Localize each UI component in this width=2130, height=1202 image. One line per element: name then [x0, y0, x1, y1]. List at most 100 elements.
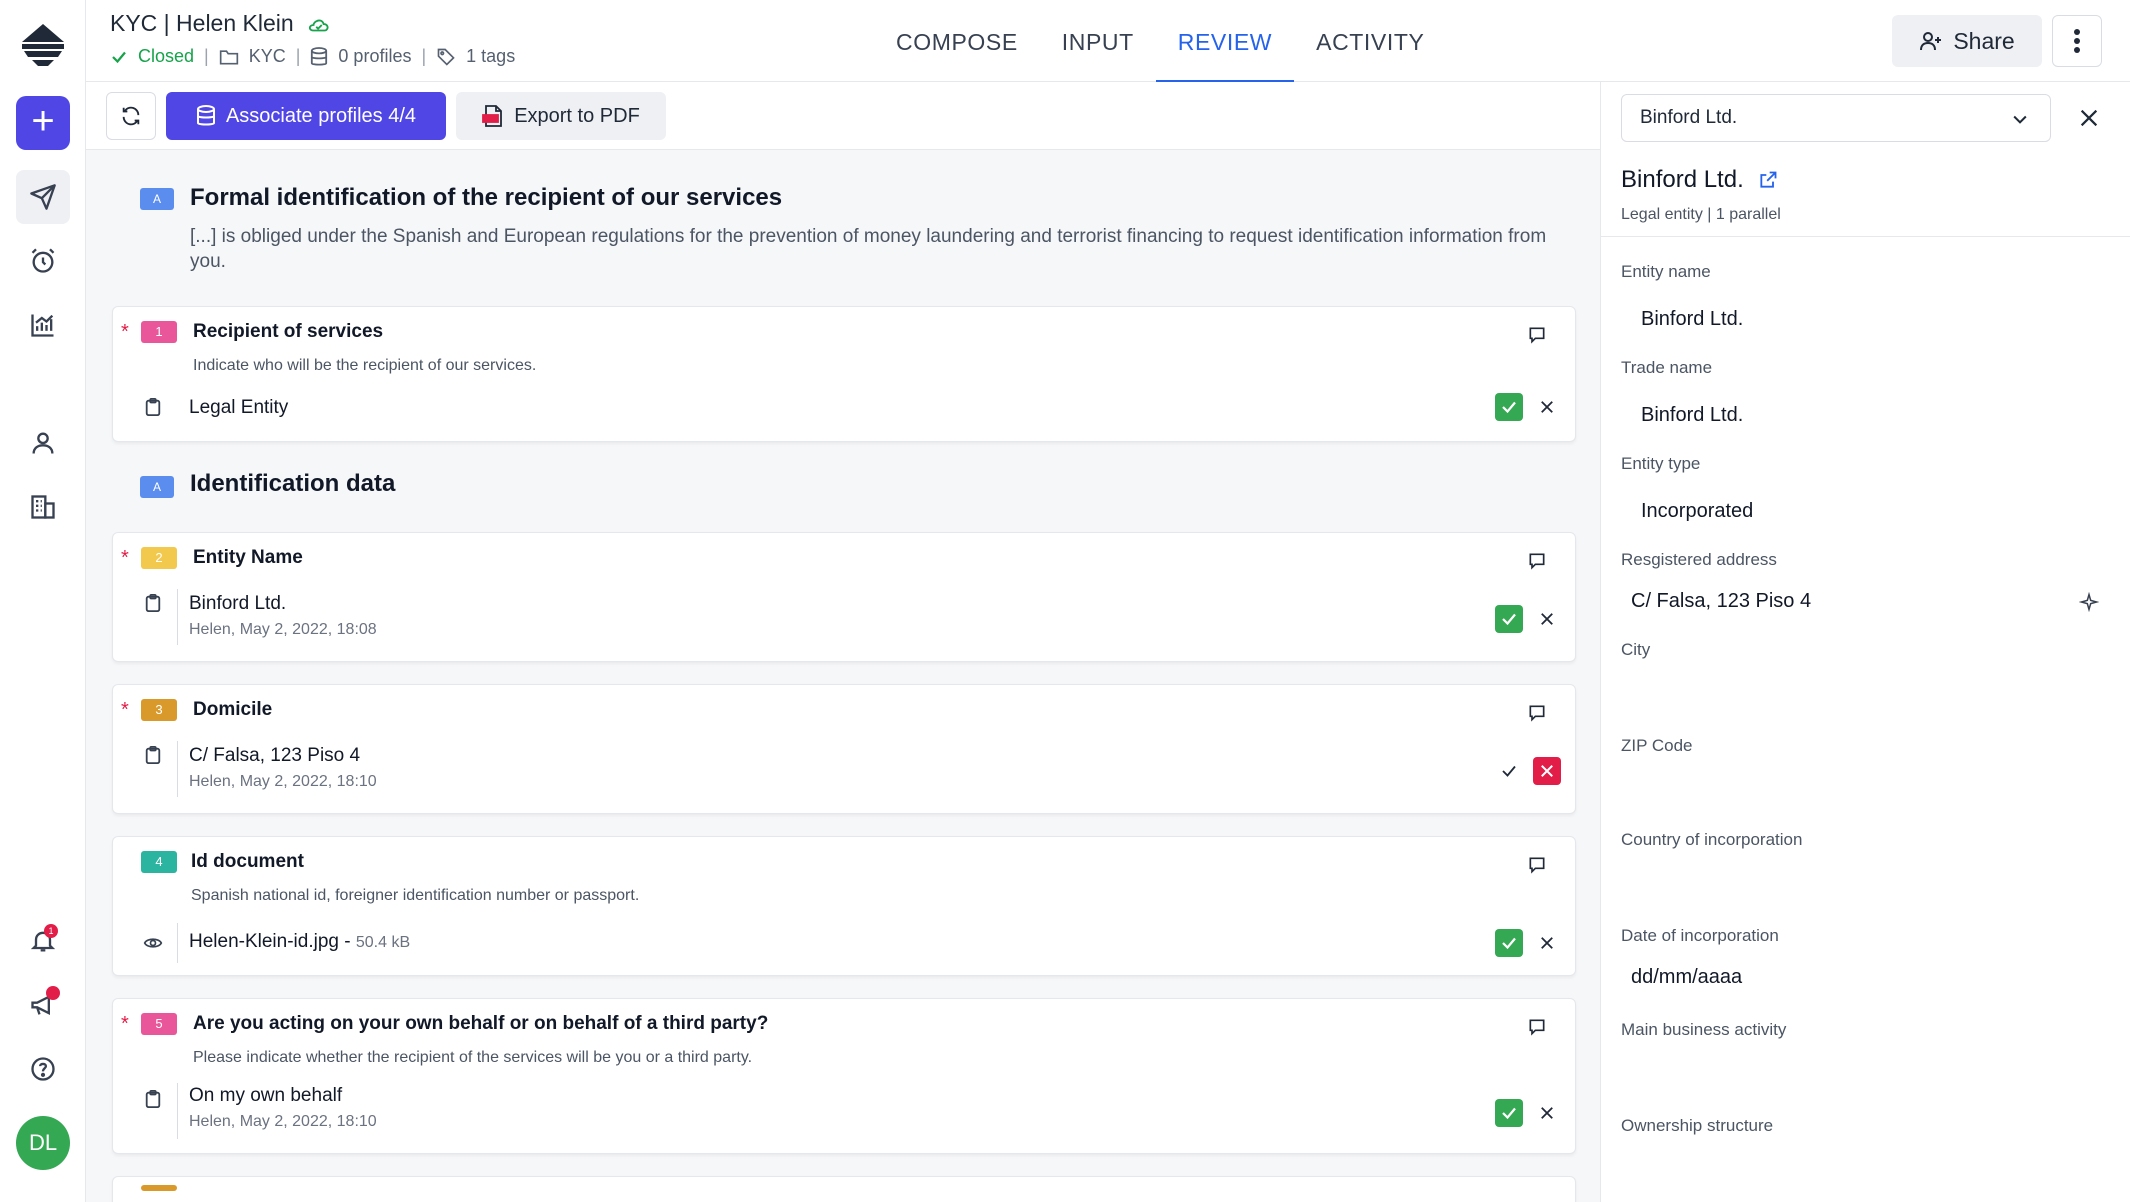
approve-button[interactable]	[1495, 757, 1523, 785]
field-label: Main business activity	[1621, 1020, 1787, 1039]
help-circle-icon[interactable]	[20, 1046, 66, 1092]
question-card[interactable]: * 3 Domicile C/ Falsa, 123 Piso 4 Helen,…	[112, 684, 1576, 814]
clipboard-icon[interactable]	[141, 591, 165, 615]
field-label: City	[1621, 640, 1651, 659]
check-icon	[1502, 937, 1516, 950]
eye-icon[interactable]	[141, 931, 165, 955]
field-label: Country of incorporation	[1621, 830, 1803, 849]
approve-button[interactable]	[1495, 1099, 1523, 1127]
app-logo-icon[interactable]	[20, 22, 66, 70]
file-name[interactable]: Helen-Klein-id.jpg	[189, 931, 339, 952]
registered-address-value[interactable]: C/ Falsa, 123 Piso 4	[1631, 590, 1811, 613]
announcement-dot	[46, 986, 60, 1000]
send-nav-icon[interactable]	[16, 170, 70, 224]
question-title: Id document	[191, 851, 304, 872]
question-title: Entity Name	[193, 547, 303, 568]
field-label: Ownership structure	[1621, 1116, 1774, 1135]
reject-button[interactable]	[1533, 1099, 1561, 1127]
entity-type-value[interactable]: Incorporated	[1641, 500, 1753, 523]
required-marker: *	[121, 1013, 129, 1035]
share-label: Share	[1953, 27, 2015, 54]
check-icon	[1502, 401, 1516, 414]
field-label: Entity name	[1621, 262, 1711, 281]
question-card[interactable]: 4 Id document Spanish national id, forei…	[112, 836, 1576, 976]
person-icon[interactable]	[20, 420, 66, 466]
reject-button[interactable]	[1533, 757, 1561, 785]
comment-icon[interactable]	[1527, 325, 1549, 347]
tab-review[interactable]: REVIEW	[1155, 0, 1295, 82]
comment-icon[interactable]	[1527, 1017, 1549, 1039]
approve-button[interactable]	[1495, 929, 1523, 957]
file-size: 50.4 kB	[355, 934, 411, 951]
page-title: KYC | Helen Klein	[110, 10, 330, 37]
clipboard-icon[interactable]	[141, 395, 165, 419]
question-number-badge: 4	[141, 851, 177, 873]
associate-profiles-button[interactable]: Associate profiles 4/4	[166, 92, 446, 140]
profile-name-text: Binford Ltd.	[1621, 166, 1744, 193]
reject-button[interactable]	[1533, 929, 1561, 957]
profile-select[interactable]: Binford Ltd.	[1621, 94, 2051, 142]
answer-value: C/ Falsa, 123 Piso 4	[189, 745, 361, 766]
chevron-down-icon	[2010, 109, 2030, 129]
notifications-bell-icon[interactable]: 1	[20, 918, 66, 964]
question-number-badge: 2	[141, 547, 177, 569]
question-help-text: Spanish national id, foreigner identific…	[191, 887, 640, 904]
close-icon	[2080, 109, 2098, 127]
clipboard-icon[interactable]	[141, 743, 165, 767]
tab-compose[interactable]: COMPOSE	[874, 0, 1040, 82]
more-options-button[interactable]	[2052, 15, 2102, 67]
answer-value: On my own behalf	[189, 1085, 343, 1106]
required-marker: *	[121, 321, 129, 343]
megaphone-icon[interactable]	[20, 982, 66, 1028]
tab-activity[interactable]: ACTIVITY	[1294, 0, 1446, 82]
user-avatar[interactable]: DL	[16, 1116, 70, 1170]
comment-icon[interactable]	[1527, 551, 1549, 573]
answer-meta: Helen, May 2, 2022, 18:08	[189, 621, 377, 638]
answer-divider	[177, 741, 178, 797]
trade-name-value[interactable]: Binford Ltd.	[1641, 404, 1743, 427]
comment-icon[interactable]	[1527, 703, 1549, 725]
external-link-icon[interactable]	[1758, 170, 1778, 190]
building-icon[interactable]	[20, 484, 66, 530]
alarm-clock-icon[interactable]	[20, 238, 66, 284]
analytics-chart-icon[interactable]	[20, 302, 66, 348]
question-card[interactable]	[112, 1176, 1576, 1202]
close-panel-button[interactable]	[2071, 100, 2107, 136]
question-card[interactable]: * 1 Recipient of services Indicate who w…	[112, 306, 1576, 442]
share-button[interactable]: Share	[1892, 15, 2042, 67]
sparkle-icon[interactable]	[2079, 592, 2099, 612]
close-icon	[1541, 937, 1553, 949]
check-icon	[1502, 1107, 1516, 1120]
question-number-badge: 3	[141, 699, 177, 721]
profiles-count[interactable]: 0 profiles	[338, 46, 411, 67]
answer-meta: Helen, May 2, 2022, 18:10	[189, 1113, 377, 1130]
required-marker: *	[121, 699, 129, 721]
tags-count[interactable]: 1 tags	[466, 46, 515, 67]
clipboard-icon[interactable]	[141, 1087, 165, 1111]
tab-input[interactable]: INPUT	[1040, 0, 1156, 82]
file-answer[interactable]: Helen-Klein-id.jpg - 50.4 kB	[189, 931, 410, 953]
reject-button[interactable]	[1533, 393, 1561, 421]
section-badge: A	[140, 476, 174, 498]
question-card[interactable]: * 5 Are you acting on your own behalf or…	[112, 998, 1576, 1154]
reject-button[interactable]	[1533, 605, 1561, 633]
folder-label[interactable]: KYC	[249, 46, 286, 67]
approve-button[interactable]	[1495, 393, 1523, 421]
page-title-text: KYC | Helen Klein	[110, 10, 294, 36]
field-label: Trade name	[1621, 358, 1713, 377]
answer-meta: Helen, May 2, 2022, 18:10	[189, 773, 377, 790]
notification-count-badge: 1	[44, 924, 58, 938]
comment-icon[interactable]	[1527, 855, 1549, 877]
export-pdf-button[interactable]: Export to PDF	[456, 92, 666, 140]
new-button[interactable]: +	[16, 96, 70, 150]
approve-button[interactable]	[1495, 605, 1523, 633]
section-title: Formal identification of the recipient o…	[190, 184, 783, 211]
refresh-button[interactable]	[106, 92, 156, 140]
required-marker: *	[121, 547, 129, 569]
question-card[interactable]: * 2 Entity Name Binford Ltd. Helen, May …	[112, 532, 1576, 662]
date-of-incorporation-value[interactable]: dd/mm/aaaa	[1631, 966, 1742, 989]
entity-name-value[interactable]: Binford Ltd.	[1641, 308, 1743, 331]
folder-icon	[219, 48, 239, 66]
case-meta: Closed | KYC | 0 profiles | 1 tags	[110, 46, 515, 67]
close-icon	[1541, 401, 1553, 413]
